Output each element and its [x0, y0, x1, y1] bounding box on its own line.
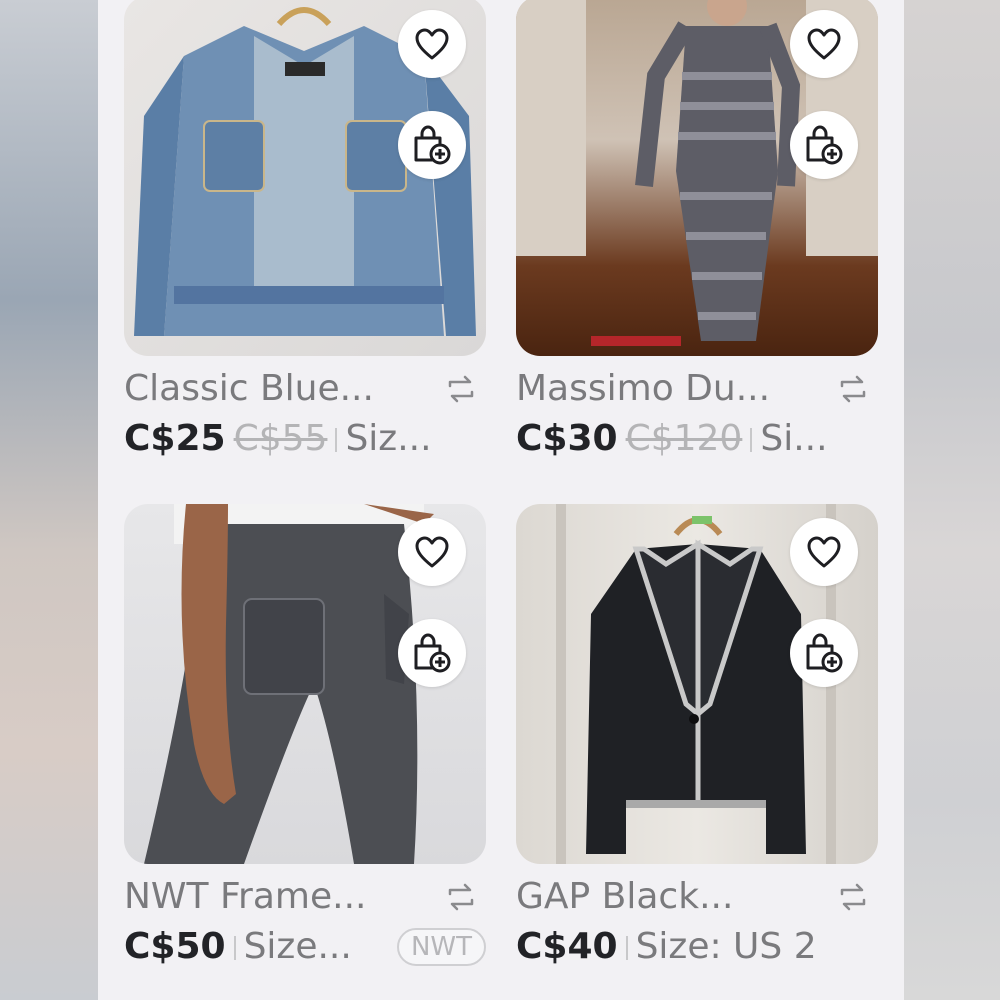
size-label: Size: US 2 — [635, 926, 817, 967]
listing-title[interactable]: GAP Black... — [516, 876, 733, 917]
price: C$25 — [124, 418, 226, 459]
listing-grid: Classic Blue... C$25 C$55 Siz... Massimo… — [98, 0, 904, 1000]
repost-icon[interactable] — [836, 372, 870, 406]
size-label: Siz... — [345, 418, 432, 459]
blurred-background-right — [902, 0, 1000, 1000]
heart-icon — [807, 536, 841, 568]
price: C$30 — [516, 418, 618, 459]
listing-image[interactable] — [516, 0, 878, 356]
listing-card[interactable]: GAP Black... C$40 Size: US 2 — [516, 504, 878, 967]
divider — [233, 936, 236, 960]
repost-icon[interactable] — [444, 880, 478, 914]
repost-icon[interactable] — [444, 372, 478, 406]
listing-title-row: GAP Black... — [516, 876, 878, 920]
nwt-badge: NWT — [396, 928, 486, 966]
listing-title-row: Classic Blue... — [124, 368, 486, 412]
heart-icon — [415, 536, 449, 568]
like-button[interactable] — [398, 10, 466, 78]
repost-icon[interactable] — [836, 880, 870, 914]
size-label: Size... — [243, 926, 352, 967]
heart-icon — [807, 28, 841, 60]
divider — [750, 428, 753, 452]
like-button[interactable] — [790, 10, 858, 78]
heart-icon — [415, 28, 449, 60]
original-price: C$120 — [625, 418, 743, 459]
add-to-bundle-button[interactable] — [790, 111, 858, 179]
bag-plus-icon — [806, 633, 843, 673]
bag-plus-icon — [414, 125, 451, 165]
listing-image[interactable] — [124, 0, 486, 356]
listing-image[interactable] — [516, 504, 878, 864]
listing-title-row: NWT Frame... — [124, 876, 486, 920]
listing-card[interactable]: Massimo Du... C$30 C$120 Si... — [516, 0, 878, 459]
size-label: Si... — [760, 418, 828, 459]
bag-plus-icon — [414, 633, 451, 673]
listing-title[interactable]: NWT Frame... — [124, 876, 366, 917]
price-row: C$50 Size... NWT — [124, 926, 486, 970]
like-button[interactable] — [790, 518, 858, 586]
add-to-bundle-button[interactable] — [790, 619, 858, 687]
price-row: C$25 C$55 Siz... — [124, 418, 486, 462]
price-row: C$30 C$120 Si... — [516, 418, 878, 462]
bag-plus-icon — [806, 125, 843, 165]
original-price: C$55 — [233, 418, 328, 459]
price: C$40 — [516, 926, 618, 967]
price-row: C$40 Size: US 2 — [516, 926, 878, 970]
listing-title-row: Massimo Du... — [516, 368, 878, 412]
blurred-background-left — [0, 0, 98, 1000]
listing-image[interactable] — [124, 504, 486, 864]
divider — [335, 428, 338, 452]
add-to-bundle-button[interactable] — [398, 111, 466, 179]
listing-card[interactable]: Classic Blue... C$25 C$55 Siz... — [124, 0, 486, 459]
listing-title[interactable]: Classic Blue... — [124, 368, 374, 409]
price: C$50 — [124, 926, 226, 967]
like-button[interactable] — [398, 518, 466, 586]
add-to-bundle-button[interactable] — [398, 619, 466, 687]
listing-title[interactable]: Massimo Du... — [516, 368, 770, 409]
divider — [625, 936, 628, 960]
listing-card[interactable]: NWT Frame... C$50 Size... NWT — [124, 504, 486, 967]
